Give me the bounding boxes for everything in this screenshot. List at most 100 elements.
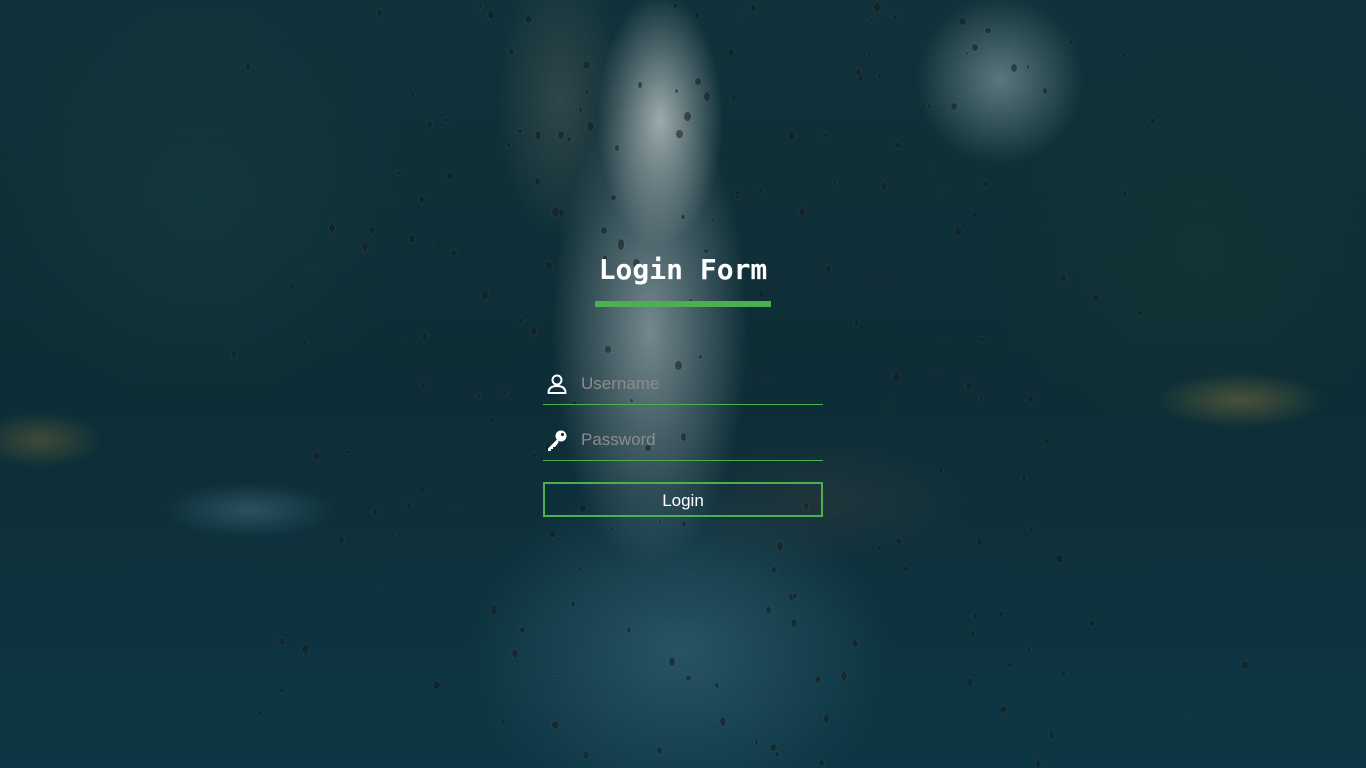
raindrop [973, 613, 978, 619]
raindrop [519, 627, 526, 633]
raindrop [476, 393, 480, 399]
password-input[interactable] [581, 428, 821, 452]
raindrop [345, 449, 351, 455]
raindrop [329, 224, 335, 232]
raindrop [309, 267, 312, 270]
raindrop [1089, 619, 1096, 627]
raindrop [453, 504, 457, 508]
raindrop [999, 706, 1007, 714]
raindrop [410, 92, 415, 97]
raindrop [443, 117, 448, 123]
raindrop [509, 48, 515, 55]
raindrop [894, 141, 901, 148]
raindrop [534, 177, 541, 186]
raindrop [885, 404, 891, 412]
raindrop [405, 503, 411, 509]
raindrop [896, 538, 903, 545]
raindrop [967, 678, 973, 686]
login-button[interactable]: Login [543, 482, 823, 517]
raindrop [942, 337, 946, 342]
title-underline [595, 301, 771, 307]
raindrop [965, 51, 969, 56]
raindrop [977, 538, 983, 546]
raindrop [939, 467, 943, 473]
raindrop [257, 710, 262, 717]
raindrop [823, 714, 829, 723]
raindrop [490, 418, 495, 424]
raindrop [980, 394, 984, 400]
page-title: Login Form [598, 253, 768, 286]
raindrop [481, 290, 489, 300]
raindrop [868, 52, 872, 57]
raindrop [1027, 395, 1034, 403]
raindrop [1123, 190, 1127, 196]
raindrop [985, 27, 991, 34]
raindrop [1042, 88, 1048, 94]
raindrop [928, 104, 932, 109]
raindrop [525, 16, 532, 23]
raindrop [1055, 554, 1063, 563]
raindrop [302, 340, 308, 346]
raindrop [517, 316, 524, 325]
raindrop [841, 671, 848, 680]
raindrop [507, 143, 511, 147]
raindrop [998, 611, 1005, 618]
raindrop [518, 128, 522, 133]
raindrop [1061, 669, 1066, 677]
raindrop [922, 103, 926, 108]
raindrop [534, 131, 541, 140]
login-form: Login Form Login [543, 0, 823, 768]
raindrop [1150, 118, 1156, 125]
raindrop [511, 649, 519, 658]
raindrop [955, 226, 962, 236]
raindrop [503, 391, 507, 396]
raindrop [376, 8, 382, 17]
raindrop [396, 171, 401, 176]
raindrop [374, 318, 377, 322]
raindrop [438, 457, 442, 462]
raindrop [490, 605, 498, 615]
raindrop [378, 581, 381, 585]
raindrop [482, 51, 486, 55]
raindrop [1059, 274, 1066, 282]
raindrop [1048, 731, 1054, 739]
raindrop [245, 63, 252, 71]
raindrop [893, 372, 900, 383]
raindrop [1165, 316, 1169, 320]
raindrop [280, 688, 284, 692]
key-icon [545, 428, 569, 452]
raindrop [459, 109, 462, 112]
raindrop [1122, 52, 1127, 58]
username-input[interactable] [581, 372, 821, 396]
raindrop [478, 2, 482, 8]
raindrop [373, 509, 378, 516]
raindrop [880, 182, 887, 191]
raindrop [972, 44, 979, 52]
raindrop [868, 17, 872, 23]
raindrop [530, 326, 538, 336]
raindrop [901, 226, 905, 231]
raindrop [1035, 760, 1041, 768]
raindrop [876, 545, 882, 552]
raindrop [369, 227, 376, 235]
raindrop [903, 565, 909, 572]
username-field[interactable] [543, 372, 823, 405]
raindrop [362, 241, 369, 252]
password-field[interactable] [543, 428, 823, 461]
raindrop [480, 240, 483, 244]
raindrop [984, 181, 989, 188]
raindrop [487, 9, 494, 19]
raindrop [501, 719, 505, 724]
raindrop [891, 393, 894, 396]
raindrop [878, 270, 881, 274]
raindrop [877, 74, 881, 79]
raindrop [933, 371, 937, 376]
raindrop [979, 336, 985, 343]
raindrop [389, 198, 393, 203]
raindrop [1007, 663, 1012, 668]
raindrop [420, 486, 425, 493]
raindrop [851, 639, 859, 648]
raindrop [427, 121, 433, 128]
raindrop [338, 535, 344, 544]
raindrop [451, 86, 456, 91]
